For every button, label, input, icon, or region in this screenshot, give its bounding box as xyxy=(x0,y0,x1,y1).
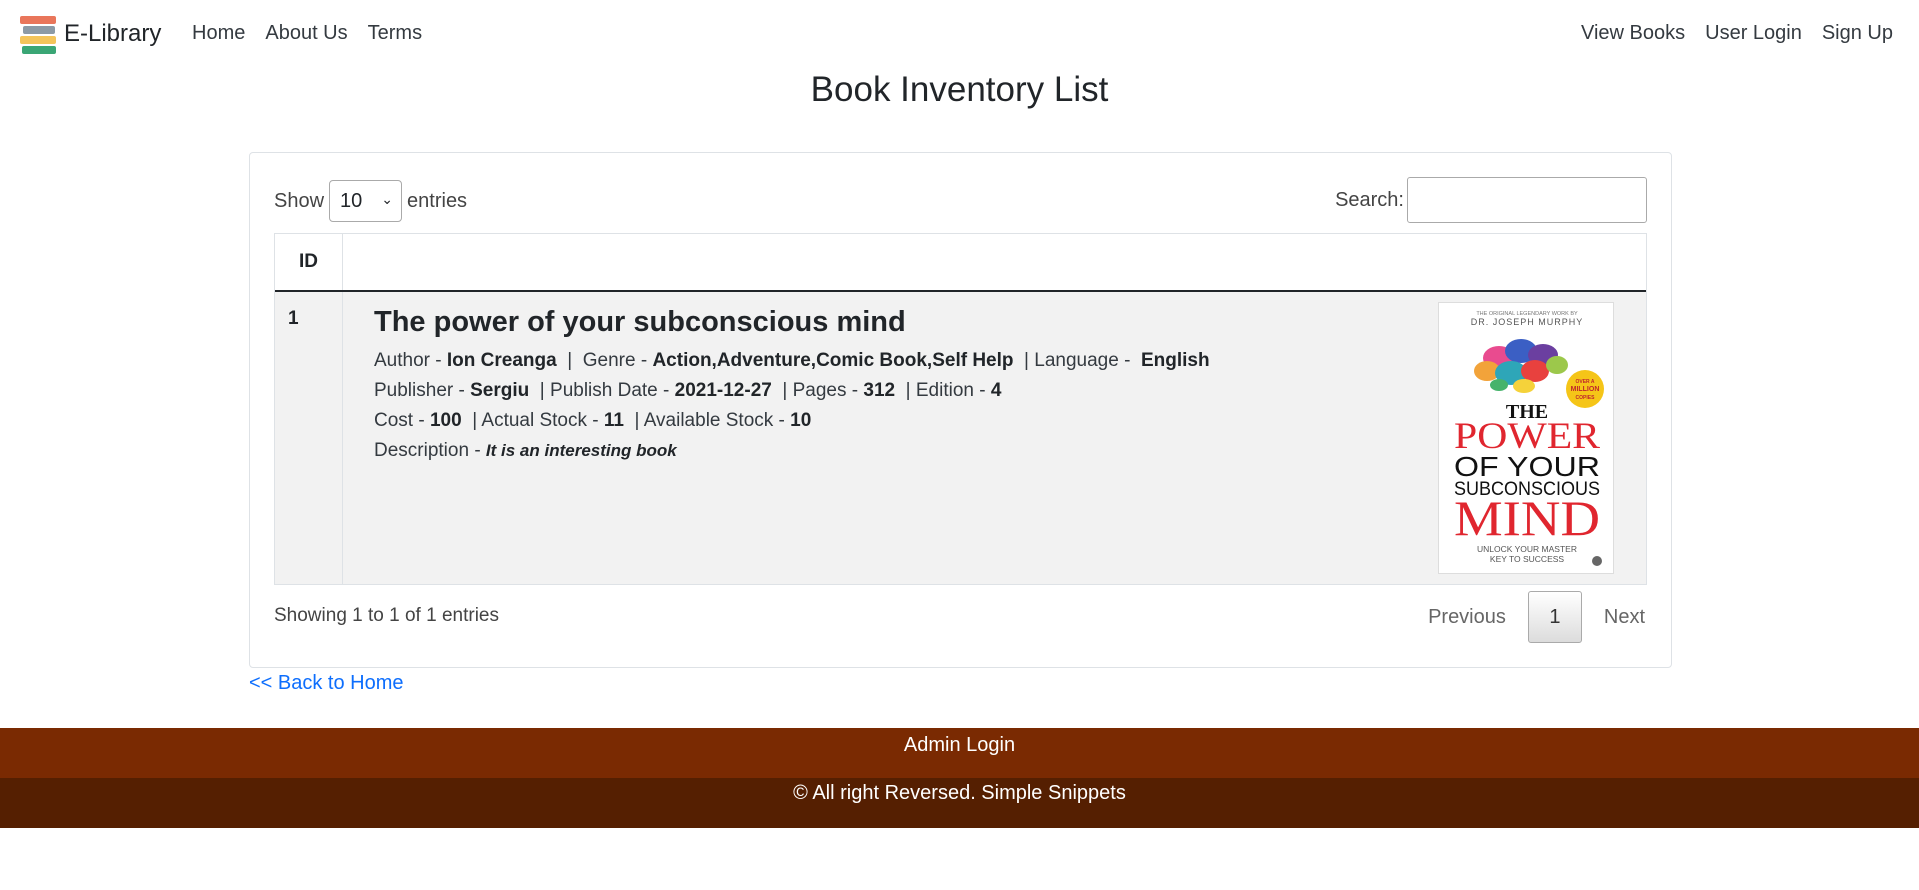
svg-text:MILLION: MILLION xyxy=(1571,386,1600,393)
nav-about-link[interactable]: About Us xyxy=(265,22,347,45)
svg-text:MIND: MIND xyxy=(1454,490,1600,546)
cost-label: Cost - xyxy=(374,410,430,431)
book-author: Ion Creanga xyxy=(446,350,557,371)
svg-text:OVER A: OVER A xyxy=(1576,379,1595,385)
book-pages: 312 xyxy=(863,380,896,401)
nav-terms-link[interactable]: Terms xyxy=(368,22,422,45)
column-header-id[interactable]: ID xyxy=(275,234,343,290)
publisher-label: Publisher - xyxy=(374,380,471,401)
author-label: Author - xyxy=(374,350,447,371)
footer-admin-bar: Admin Login xyxy=(0,728,1919,778)
svg-text:COPIES: COPIES xyxy=(1576,395,1596,401)
book-id: 1 xyxy=(275,292,343,584)
actual-stock-label: Actual Stock - xyxy=(481,410,604,431)
description-label: Description - xyxy=(374,440,486,461)
language-label: Language - xyxy=(1034,350,1136,371)
book-actual-stock: 11 xyxy=(603,410,624,431)
table-row: 1 The power of your subconscious mind Au… xyxy=(275,292,1646,584)
svg-text:KEY TO SUCCESS: KEY TO SUCCESS xyxy=(1490,554,1564,564)
svg-text:OF YOUR: OF YOUR xyxy=(1454,451,1600,482)
book-cover-image: THE ORIGINAL LEGENDARY WORK BY DR. JOSEP… xyxy=(1438,302,1614,574)
inventory-card: Show 10 ⌄ entries Search: ID 1 The power… xyxy=(249,152,1672,668)
next-page-button[interactable]: Next xyxy=(1604,606,1645,629)
previous-page-button[interactable]: Previous xyxy=(1428,606,1506,629)
book-description: It is an interesting book xyxy=(485,441,677,460)
page-1-button[interactable]: 1 xyxy=(1527,591,1582,643)
page-title: Book Inventory List xyxy=(810,70,1109,109)
search-label: Search: xyxy=(1335,188,1404,211)
book-genre: Action,Adventure,Comic Book,Self Help xyxy=(652,350,1014,371)
search-input[interactable] xyxy=(1407,177,1647,223)
entries-select-value: 10 xyxy=(340,189,363,212)
column-header-details[interactable] xyxy=(343,234,1646,290)
book-publisher: Sergiu xyxy=(470,380,530,401)
publish-date-label: Publish Date - xyxy=(550,380,675,401)
book-available-stock: 10 xyxy=(790,410,812,431)
book-meta-line-3: Cost - 100 | Actual Stock - 11 | Availab… xyxy=(374,410,812,431)
nav-right: View Books User Login Sign Up xyxy=(1581,22,1893,45)
search-control: Search: xyxy=(1335,177,1647,223)
back-to-home-link[interactable]: << Back to Home xyxy=(249,672,404,695)
chevron-down-icon: ⌄ xyxy=(381,191,394,207)
svg-text:DR. JOSEPH MURPHY: DR. JOSEPH MURPHY xyxy=(1471,317,1584,327)
brand[interactable]: E-Library xyxy=(20,14,161,54)
nav-left: Home About Us Terms xyxy=(192,22,422,45)
brand-name: E-Library xyxy=(64,20,162,47)
pages-label: Pages - xyxy=(792,380,864,401)
book-language: English xyxy=(1140,350,1210,371)
book-cover-art: THE ORIGINAL LEGENDARY WORK BY DR. JOSEP… xyxy=(1439,303,1613,573)
entries-length-control: Show 10 ⌄ entries xyxy=(274,180,467,222)
books-table: ID 1 The power of your subconscious mind… xyxy=(274,233,1647,585)
copyright-text: © All right Reversed. Simple Snippets xyxy=(793,782,1126,804)
book-edition: 4 xyxy=(990,380,1002,401)
books-logo-icon xyxy=(20,14,58,54)
nav-sign-up-link[interactable]: Sign Up xyxy=(1822,22,1893,45)
footer-copyright-bar: © All right Reversed. Simple Snippets xyxy=(0,778,1919,828)
book-meta-line-1: Author - Ion Creanga | Genre - Action,Ad… xyxy=(374,350,1210,371)
show-label: Show xyxy=(274,189,325,212)
entries-select[interactable]: 10 ⌄ xyxy=(329,180,403,222)
book-cost: 100 xyxy=(429,410,462,431)
entries-label: entries xyxy=(407,189,468,212)
table-info: Showing 1 to 1 of 1 entries xyxy=(274,605,499,626)
table-header: ID xyxy=(275,234,1646,292)
edition-label: Edition - xyxy=(915,380,991,401)
book-title: The power of your subconscious mind xyxy=(374,306,906,338)
book-meta-line-2: Publisher - Sergiu | Publish Date - 2021… xyxy=(374,380,1002,401)
available-stock-label: Available Stock - xyxy=(643,410,791,431)
nav-view-books-link[interactable]: View Books xyxy=(1581,22,1685,45)
navbar: E-Library Home About Us Terms View Books… xyxy=(0,0,1919,68)
book-publish-date: 2021-12-27 xyxy=(674,380,772,401)
genre-label: Genre - xyxy=(582,350,653,371)
svg-text:UNLOCK YOUR MASTER: UNLOCK YOUR MASTER xyxy=(1477,544,1577,554)
nav-home-link[interactable]: Home xyxy=(192,22,245,45)
admin-login-link[interactable]: Admin Login xyxy=(904,734,1015,756)
nav-user-login-link[interactable]: User Login xyxy=(1705,22,1802,45)
book-details: The power of your subconscious mind Auth… xyxy=(343,292,1646,584)
book-meta-line-4: Description - It is an interesting book xyxy=(374,440,677,462)
pagination: Previous 1 Next xyxy=(1428,591,1645,643)
